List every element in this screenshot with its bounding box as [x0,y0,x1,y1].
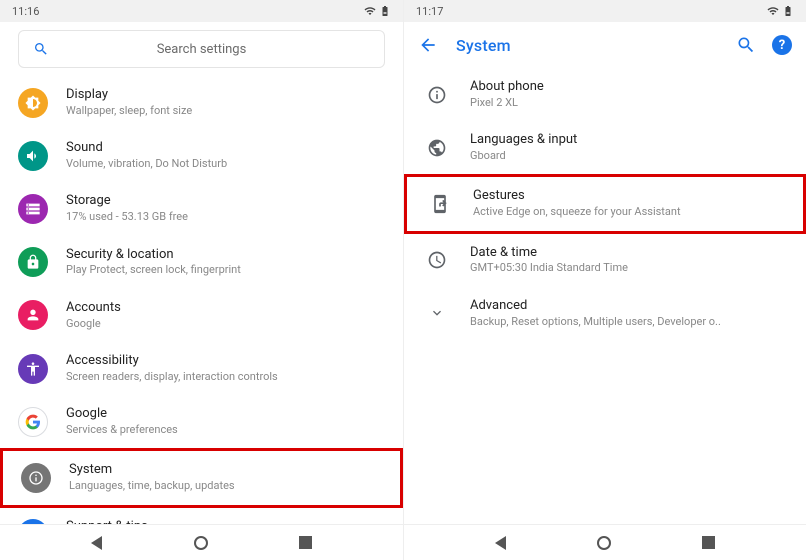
row-title: System [69,462,382,479]
row-title: Display [66,87,385,104]
row-body: Accessibility Screen readers, display, i… [66,353,385,384]
row-body: System Languages, time, backup, updates [69,462,382,493]
nav-home-button[interactable] [194,536,208,550]
row-sub: Play Protect, screen lock, fingerprint [66,263,385,277]
row-sub: Services & preferences [66,423,385,437]
row-body: Display Wallpaper, sleep, font size [66,87,385,118]
accounts-icon [18,300,48,330]
system-item-gestures[interactable]: Gestures Active Edge on, squeeze for you… [404,174,806,233]
settings-item-storage[interactable]: Storage 17% used - 53.13 GB free [0,182,403,235]
settings-item-security[interactable]: Security & location Play Protect, screen… [0,236,403,289]
row-title: Google [66,406,385,423]
search-placeholder: Search settings [33,42,370,57]
row-sub: Languages, time, backup, updates [69,479,382,493]
search-button[interactable] [736,35,756,55]
row-title: Sound [66,140,385,157]
help-button[interactable]: ? [772,35,792,55]
display-icon [18,88,48,118]
gestures-icon [425,189,455,219]
nav-bar [404,524,806,560]
row-body: Security & location Play Protect, screen… [66,247,385,278]
settings-item-support[interactable]: Support & tips Help articles, phone & ch… [0,508,403,525]
row-title: Storage [66,193,385,210]
clock-icon [422,245,452,275]
settings-item-display[interactable]: Display Wallpaper, sleep, font size [0,76,403,129]
row-body: Accounts Google [66,300,385,331]
row-title: Gestures [473,188,785,205]
row-title: Advanced [470,298,788,315]
row-sub: Google [66,317,385,331]
row-title: About phone [470,79,788,96]
google-icon [18,407,48,437]
app-bar: System ? [404,22,806,68]
search-settings[interactable]: Search settings [18,30,385,68]
status-icons [364,5,391,17]
page-title: System [456,36,511,55]
row-title: Accessibility [66,353,385,370]
accessibility-icon [18,354,48,384]
wifi-icon [364,5,376,17]
wifi-icon [767,5,779,17]
storage-icon [18,194,48,224]
sound-icon [18,141,48,171]
row-sub: Gboard [470,149,788,163]
row-sub: Volume, vibration, Do Not Disturb [66,157,385,171]
row-body: Advanced Backup, Reset options, Multiple… [470,298,788,329]
row-sub: Backup, Reset options, Multiple users, D… [470,315,788,329]
system-list: About phone Pixel 2 XL Languages & input… [404,68,806,524]
row-title: Accounts [66,300,385,317]
settings-item-sound[interactable]: Sound Volume, vibration, Do Not Disturb [0,129,403,182]
nav-back-button[interactable] [495,536,506,550]
row-sub: Active Edge on, squeeze for your Assista… [473,205,785,219]
row-body: Google Services & preferences [66,406,385,437]
settings-item-accounts[interactable]: Accounts Google [0,289,403,342]
system-item-about-phone[interactable]: About phone Pixel 2 XL [404,68,806,121]
search-container: Search settings [0,22,403,76]
system-item-date-time[interactable]: Date & time GMT+05:30 India Standard Tim… [404,234,806,287]
row-body: Gestures Active Edge on, squeeze for you… [473,188,785,219]
status-bar: 11:17 [404,0,806,22]
row-body: Languages & input Gboard [470,132,788,163]
settings-item-accessibility[interactable]: Accessibility Screen readers, display, i… [0,342,403,395]
globe-icon [422,133,452,163]
security-icon [18,247,48,277]
status-bar: 11:16 [0,0,403,22]
settings-item-system[interactable]: System Languages, time, backup, updates [0,448,403,507]
info-icon [422,80,452,110]
status-time: 11:16 [12,5,39,18]
system-settings-screen: 11:17 System ? About phone Pixel 2 XL La… [403,0,806,560]
row-title: Languages & input [470,132,788,149]
status-time: 11:17 [416,5,443,18]
row-sub: Pixel 2 XL [470,96,788,110]
row-sub: GMT+05:30 India Standard Time [470,261,788,275]
row-sub: Wallpaper, sleep, font size [66,104,385,118]
row-sub: 17% used - 53.13 GB free [66,210,385,224]
row-sub: Screen readers, display, interaction con… [66,370,385,384]
battery-icon [379,5,391,17]
status-icons [767,5,794,17]
battery-icon [782,5,794,17]
nav-recents-button[interactable] [702,536,715,549]
system-item-advanced[interactable]: Advanced Backup, Reset options, Multiple… [404,287,806,340]
row-body: Sound Volume, vibration, Do Not Disturb [66,140,385,171]
settings-item-google[interactable]: Google Services & preferences [0,395,403,448]
settings-list: Display Wallpaper, sleep, font size Soun… [0,76,403,524]
row-body: About phone Pixel 2 XL [470,79,788,110]
settings-main-screen: 11:16 Search settings Display Wallpaper,… [0,0,403,560]
row-title: Security & location [66,247,385,264]
app-bar-actions: ? [736,35,792,55]
system-icon [21,463,51,493]
nav-bar [0,524,403,560]
nav-recents-button[interactable] [299,536,312,549]
row-body: Date & time GMT+05:30 India Standard Tim… [470,245,788,276]
chevron-down-icon [422,298,452,328]
system-item-languages[interactable]: Languages & input Gboard [404,121,806,174]
row-body: Storage 17% used - 53.13 GB free [66,193,385,224]
row-title: Date & time [470,245,788,262]
back-button[interactable] [418,35,438,55]
nav-home-button[interactable] [597,536,611,550]
nav-back-button[interactable] [91,536,102,550]
